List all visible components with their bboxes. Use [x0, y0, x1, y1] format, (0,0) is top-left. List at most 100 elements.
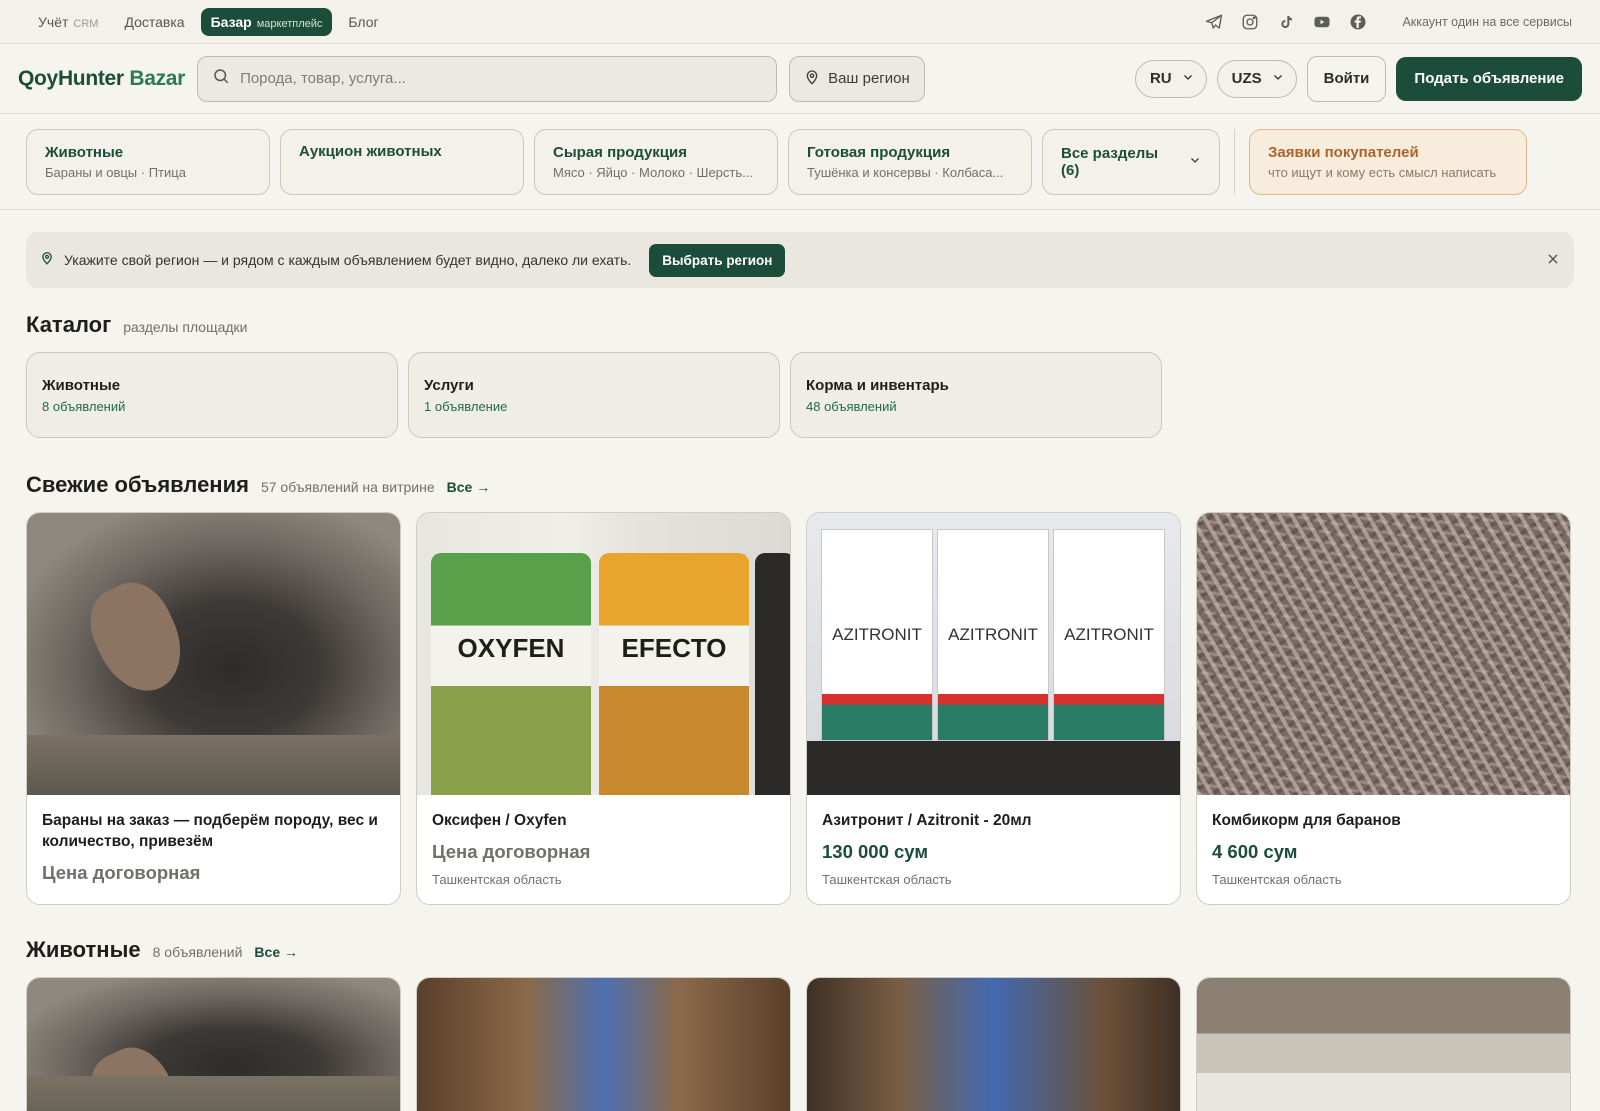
catalog-card-animals[interactable]: Животные 8 объявлений [26, 352, 398, 438]
logo[interactable]: QoyHunter Bazar [18, 67, 185, 91]
banner-text: Укажите свой регион — и рядом с каждым о… [64, 252, 632, 268]
nav-bazar[interactable]: Базар маркетплейс [200, 7, 333, 36]
catalog-card-title: Корма и инвентарь [806, 376, 949, 394]
listing-card[interactable] [416, 977, 791, 1111]
catalog-sub: разделы площадки [123, 319, 248, 335]
region-button[interactable]: Ваш регион [789, 55, 925, 102]
all-sections-label: Все разделы (6) [1061, 144, 1159, 179]
listing-card[interactable] [806, 977, 1181, 1111]
box-label: AZITRONIT [937, 529, 1049, 741]
close-icon[interactable] [1546, 250, 1560, 271]
buyer-requests[interactable]: Заявки покупателей что ищут и кому есть … [1249, 128, 1527, 195]
category-title: Готовая продукция [807, 143, 951, 161]
animals-sub: 8 объявлений [152, 944, 243, 960]
listing-image [1197, 513, 1570, 795]
nav-crm-label: Учёт [38, 13, 69, 30]
youtube-icon[interactable] [1312, 12, 1332, 32]
animals-section: Животные 8 объявлений Все → [0, 937, 1600, 1111]
catalog-card-title: Услуги [424, 376, 474, 394]
nav-bazar-label: Базар [210, 13, 252, 30]
currency-select[interactable]: UZS [1216, 59, 1297, 98]
bottle-label: OXYFEN [431, 553, 591, 795]
login-button[interactable]: Войти [1306, 55, 1387, 102]
telegram-icon[interactable] [1204, 12, 1224, 32]
category-title: Сырая продукция [553, 143, 688, 161]
listing-region: Ташкентская область [432, 872, 562, 887]
fresh-all-link[interactable]: Все → [447, 479, 491, 495]
listing-title: Бараны на заказ — подберём породу, вес и… [42, 812, 378, 850]
language-select[interactable]: RU [1134, 59, 1207, 98]
catalog-title: Каталог [26, 312, 112, 337]
listing-card[interactable]: Комбикорм для баранов 4 600 сум Ташкентс… [1196, 512, 1571, 905]
catalog-cards: Животные 8 объявлений Услуги 1 объявлени… [0, 352, 1600, 438]
animals-all-link[interactable]: Все → [254, 944, 298, 960]
category-title: Животные [45, 143, 124, 161]
facebook-icon[interactable] [1348, 12, 1368, 32]
social-links: Аккаунт один на все сервисы [1204, 12, 1572, 32]
listing-region: Ташкентская область [822, 872, 952, 887]
animal-listings [0, 977, 1600, 1111]
listing-body: Оксифен / Oxyfen Цена договорная Ташкент… [417, 795, 790, 887]
listing-image: AZITRONIT AZITRONIT AZITRONIT [807, 513, 1180, 795]
bottle-label: EFECTO [599, 553, 749, 795]
category-auction[interactable]: Аукцион животных [280, 128, 524, 195]
top-bar: Учёт CRM Доставка Базар маркетплейс Блог [0, 0, 1600, 44]
catalog-card-services[interactable]: Услуги 1 объявление [408, 352, 780, 438]
logo-sub: Bazar [129, 66, 186, 90]
listing-price: Цена договорная [432, 841, 591, 862]
listing-card[interactable]: AZITRONIT AZITRONIT AZITRONIT Азитронит … [806, 512, 1181, 905]
catalog-card-title: Животные [42, 376, 121, 394]
listing-body: Азитронит / Azitronit - 20мл 130 000 сум… [807, 795, 1180, 887]
listing-card[interactable]: OXYFEN EFECTO Оксифен / Oxyfen Цена дого… [416, 512, 791, 905]
location-pin-icon [40, 250, 54, 271]
listing-image [27, 978, 400, 1111]
listing-image [417, 978, 790, 1111]
logo-main: QoyHunter [18, 66, 124, 90]
main-header: QoyHunter Bazar Ваш регион RU UZS Войти … [0, 44, 1600, 114]
buyer-requests-title: Заявки покупателей [1268, 143, 1419, 161]
buyer-requests-sub: что ищут и кому есть смысл написать [1268, 164, 1497, 180]
nav-blog-label: Блог [348, 13, 379, 30]
nav-crm-sub: CRM [73, 17, 99, 30]
instagram-icon[interactable] [1240, 12, 1260, 32]
listing-card[interactable]: Бараны на заказ — подберём породу, вес и… [26, 512, 401, 905]
divider [1234, 128, 1235, 195]
nav-delivery[interactable]: Доставка [114, 8, 194, 36]
choose-region-button[interactable]: Выбрать регион [649, 243, 786, 277]
tiktok-icon[interactable] [1276, 12, 1296, 32]
catalog-card-feed[interactable]: Корма и инвентарь 48 объявлений [790, 352, 1162, 438]
category-animals[interactable]: Животные Бараны и овцы · Птица [26, 128, 270, 195]
listing-image: OXYFEN EFECTO [417, 513, 790, 795]
search-icon [212, 67, 230, 90]
listing-title: Азитронит / Azitronit - 20мл [822, 812, 1032, 829]
all-sections-button[interactable]: Все разделы (6) [1042, 128, 1220, 195]
nav-crm[interactable]: Учёт CRM [28, 8, 108, 36]
nav-bazar-sub: маркетплейс [256, 17, 323, 30]
post-ad-button[interactable]: Подать объявление [1396, 56, 1582, 101]
listing-image [1197, 978, 1570, 1111]
search-box [197, 55, 778, 102]
category-bar: Животные Бараны и овцы · Птица Аукцион ж… [0, 114, 1600, 210]
listing-card[interactable] [1196, 977, 1571, 1111]
category-raw[interactable]: Сырая продукция Мясо · Яйцо · Молоко · Ш… [534, 128, 778, 195]
currency-value: UZS [1231, 70, 1262, 87]
nav-delivery-label: Доставка [124, 13, 185, 30]
category-sub: Мясо · Яйцо · Молоко · Шерсть... [553, 164, 753, 180]
listing-body: Комбикорм для баранов 4 600 сум Ташкентс… [1197, 795, 1570, 887]
listing-card[interactable] [26, 977, 401, 1111]
listing-title: Комбикорм для баранов [1212, 812, 1401, 829]
fresh-title: Свежие объявления [26, 472, 249, 497]
search-input[interactable] [240, 70, 763, 87]
catalog-card-count: 48 объявлений [806, 398, 897, 414]
catalog-card-count: 8 объявлений [42, 398, 126, 414]
header-actions: RU UZS Войти Подать объявление [1134, 55, 1582, 102]
box-label: AZITRONIT [821, 529, 933, 741]
nav-blog[interactable]: Блог [338, 8, 388, 36]
listing-price: 130 000 сум [822, 841, 929, 862]
location-pin-icon [804, 68, 820, 90]
chevron-down-icon [1182, 70, 1194, 87]
listing-image [27, 513, 400, 795]
category-title: Аукцион животных [299, 142, 442, 160]
category-ready[interactable]: Готовая продукция Тушёнка и консервы · К… [788, 128, 1032, 195]
catalog-section: Каталог разделы площадки Животные 8 объя… [0, 312, 1600, 438]
